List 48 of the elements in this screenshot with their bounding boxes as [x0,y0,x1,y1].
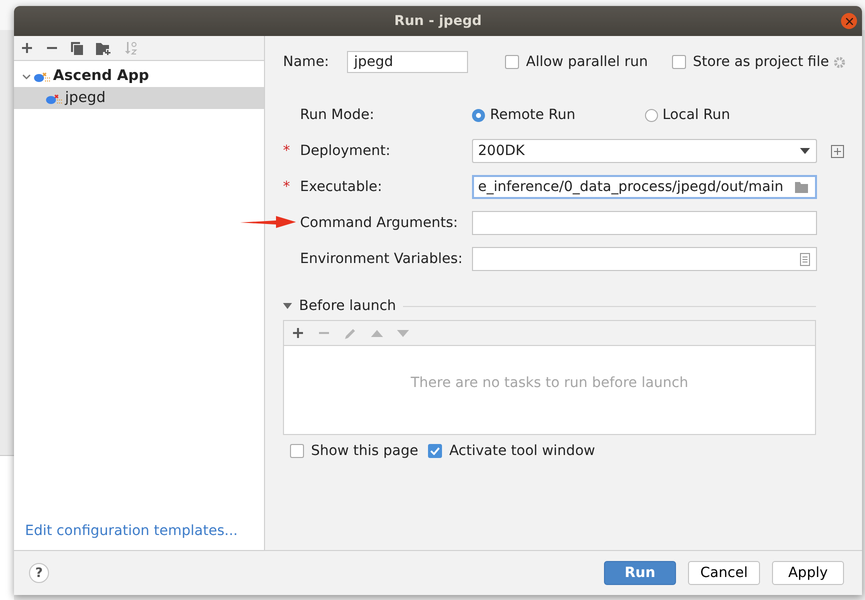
copy-icon[interactable] [71,42,83,54]
field-label: Command Arguments: [300,215,458,231]
help-button[interactable]: ? [29,563,49,583]
tool-window-checkbox[interactable]: Activate tool window [428,443,596,459]
radio-button[interactable] [472,108,485,122]
radio-button[interactable] [644,108,658,122]
required-mark: * [283,179,291,195]
arguments-field[interactable] [472,211,817,235]
environment-field[interactable] [472,247,817,271]
chevron-icon[interactable] [22,72,31,80]
templates-link[interactable]: Edit configuration templates... [14,523,264,550]
close-icon[interactable] [841,13,857,29]
parallel-run-checkbox[interactable]: Allow parallel run [505,54,648,70]
show-page-checkbox[interactable]: Show this page [290,443,418,459]
folder-icon[interactable] [795,182,809,192]
field-label: Deployment: [300,143,390,159]
empty-message: There are no tasks to run before launch [410,375,688,391]
run-mode-radio[interactable]: Local Run [644,107,817,123]
dialog-button[interactable]: Run [604,561,676,585]
run-mode-radio[interactable]: Remote Run [472,107,644,123]
tree-item[interactable]: jpegd [14,87,264,109]
checkbox[interactable] [505,55,519,69]
field-label: Executable: [300,179,382,195]
dialog-button[interactable]: Cancel [688,561,760,585]
executable-field[interactable]: e_inference/0_data_process/jpegd/out/main [472,175,817,199]
add-icon[interactable] [831,144,844,158]
field-label: Environment Variables: [300,251,463,267]
checkbox[interactable] [672,55,686,69]
caret-icon [800,148,810,154]
deployment-dropdown[interactable]: 200DK [472,139,817,163]
section-title: Before launch [299,298,396,314]
document-icon[interactable] [800,252,810,266]
collapse-icon[interactable] [283,303,292,309]
checkmark-icon [430,447,440,455]
checkbox[interactable] [428,444,442,458]
window-title: Run - jpegd [394,13,482,29]
add-icon[interactable] [21,42,33,54]
gear-icon[interactable] [833,56,846,68]
field-label: Run Mode: [300,107,374,123]
project-file-checkbox[interactable]: Store as project file [672,54,829,70]
checkbox[interactable] [290,444,304,458]
name-field[interactable]: jpegd [347,51,468,73]
add-icon[interactable] [292,327,304,339]
name-label: Name: [283,54,330,70]
folder-add-icon[interactable] [96,42,111,54]
tree-item[interactable]: Ascend App [14,65,264,87]
dialog-button[interactable]: Apply [772,561,844,585]
required-mark: * [283,143,291,159]
